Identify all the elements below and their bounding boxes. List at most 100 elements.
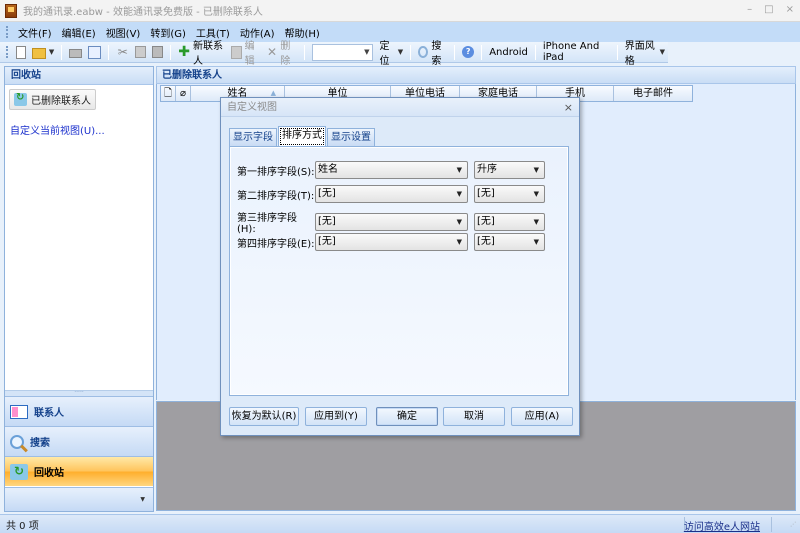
- sort-field-1-select[interactable]: 姓名 ▼: [315, 161, 468, 179]
- copy-button[interactable]: [132, 43, 149, 61]
- sort-order-panel: 第一排序字段(S): 姓名 ▼ 升序 ▼ 第二排序字段(T): [无] ▼ [无] ▼ …: [229, 146, 569, 396]
- iphone-ipad-button[interactable]: iPhone And iPad: [540, 41, 613, 63]
- android-button[interactable]: Android: [486, 43, 531, 61]
- chevron-down-icon: ▼: [659, 48, 665, 56]
- chevron-down-icon: ▼: [456, 166, 462, 174]
- chevron-down-icon: ▼: [140, 496, 145, 503]
- help-button[interactable]: ?: [459, 43, 477, 61]
- chevron-down-icon: ▼: [456, 190, 462, 198]
- sort-order-4-select[interactable]: [无] ▼: [474, 233, 545, 251]
- website-link[interactable]: 访问高效e人网站: [684, 518, 760, 533]
- window-controls: – □ ×: [747, 4, 794, 15]
- nav-more-button[interactable]: ▼: [5, 487, 153, 511]
- nav-contacts[interactable]: 联系人: [5, 396, 153, 426]
- minimize-button[interactable]: –: [747, 4, 752, 15]
- toolbar-separator: [61, 44, 63, 60]
- chevron-down-icon: ▼: [48, 48, 55, 56]
- chevron-down-icon[interactable]: ▼: [364, 48, 369, 56]
- chevron-down-icon: ▼: [533, 190, 539, 198]
- sort-row-3: 第三排序字段(H): [无] ▼ [无] ▼: [237, 209, 545, 235]
- search-label: 搜索: [431, 41, 442, 67]
- toolbar-separator: [170, 44, 172, 60]
- scissors-icon: ✂: [117, 44, 128, 59]
- menu-view[interactable]: 视图(V): [101, 25, 146, 40]
- sort-field-3-select[interactable]: [无] ▼: [315, 213, 468, 231]
- customize-view-dialog: 自定义视图 × 显示字段 排序方式 显示设置 第一排序字段(S): 姓名 ▼ 升序…: [220, 97, 580, 436]
- locate-label: 定位: [379, 41, 390, 67]
- menu-file[interactable]: 文件(F): [13, 25, 57, 40]
- chevron-down-icon: ▼: [397, 48, 404, 56]
- status-separator: [771, 517, 772, 532]
- delete-label: 删除: [280, 41, 291, 67]
- edit-button[interactable]: 编辑: [228, 41, 264, 67]
- customize-view-link[interactable]: 自定义当前视图(U)...: [10, 122, 153, 137]
- paste-icon: [152, 46, 164, 58]
- toolbar-separator: [410, 44, 412, 60]
- theme-label: 界面风格: [624, 41, 655, 67]
- maximize-button[interactable]: □: [764, 4, 773, 15]
- plus-icon: ✚: [178, 43, 190, 60]
- nav-search[interactable]: 搜索: [5, 426, 153, 456]
- toolbar-grip[interactable]: [6, 46, 9, 58]
- toolbar-separator: [454, 44, 456, 60]
- locate-button[interactable]: 定位 ▼: [376, 41, 406, 67]
- copy-icon: [135, 46, 147, 58]
- restore-default-button[interactable]: 恢复为默认(R): [229, 407, 299, 426]
- new-contact-button[interactable]: ✚ 新联系人: [175, 41, 228, 67]
- theme-button[interactable]: 界面风格 ▼: [622, 41, 668, 67]
- print-button[interactable]: [66, 43, 85, 61]
- dialog-tabs: 显示字段 排序方式 显示设置: [229, 126, 376, 147]
- close-icon[interactable]: ×: [564, 98, 573, 117]
- open-folder-icon: [31, 47, 46, 59]
- sort-order-2-select[interactable]: [无] ▼: [474, 185, 545, 203]
- paste-button[interactable]: [149, 43, 166, 61]
- sort-field-4-label: 第四排序字段(E):: [237, 238, 315, 250]
- tab-display-settings[interactable]: 显示设置: [327, 128, 375, 146]
- sort-order-3-select[interactable]: [无] ▼: [474, 213, 545, 231]
- chevron-down-icon: ▼: [533, 218, 539, 226]
- contacts-icon: [10, 404, 28, 419]
- search-button[interactable]: 搜索: [415, 41, 450, 67]
- resize-grip[interactable]: ⋰: [790, 521, 796, 528]
- column-header-type[interactable]: 🗋: [161, 86, 176, 101]
- new-file-button[interactable]: [13, 43, 29, 61]
- apply-to-button[interactable]: 应用到(Y): [305, 407, 367, 426]
- sort-row-4: 第四排序字段(E): [无] ▼ [无] ▼: [237, 233, 545, 251]
- chevron-down-icon: ▼: [456, 218, 462, 226]
- recycle-bin-icon: [10, 463, 28, 480]
- close-button[interactable]: ×: [786, 4, 794, 15]
- cut-button[interactable]: ✂: [113, 43, 132, 61]
- folder-deleted-contacts[interactable]: 已删除联系人: [9, 89, 96, 110]
- folder-label: 已删除联系人: [31, 96, 91, 107]
- sort-field-2-select[interactable]: [无] ▼: [315, 185, 468, 203]
- print-preview-button[interactable]: [85, 43, 104, 61]
- main-header: 已删除联系人: [156, 66, 796, 84]
- item-count: 共 0 项: [6, 520, 39, 532]
- ok-button[interactable]: 确定: [376, 407, 438, 426]
- toolbar-separator: [534, 44, 536, 60]
- nav-recycle-bin[interactable]: 回收站: [5, 456, 153, 486]
- search-icon: [10, 434, 24, 449]
- sort-field-4-select[interactable]: [无] ▼: [315, 233, 468, 251]
- menu-grip[interactable]: [6, 26, 9, 38]
- open-button[interactable]: ▼: [29, 43, 57, 61]
- cancel-button[interactable]: 取消: [443, 407, 505, 426]
- menu-goto[interactable]: 转到(G): [145, 25, 191, 40]
- delete-icon: ✕: [266, 44, 278, 59]
- tab-display-fields[interactable]: 显示字段: [229, 128, 277, 146]
- dialog-title-bar[interactable]: 自定义视图 ×: [221, 98, 579, 117]
- menu-edit[interactable]: 编辑(E): [57, 25, 101, 40]
- new-contact-label: 新联系人: [192, 41, 223, 67]
- column-header-attachment[interactable]: ⌀: [176, 86, 191, 101]
- column-header-email[interactable]: 电子邮件: [614, 86, 692, 101]
- locate-combo[interactable]: ▼: [311, 43, 374, 61]
- toolbar-separator: [481, 44, 483, 60]
- sort-field-1-label: 第一排序字段(S):: [237, 166, 315, 178]
- search-icon: [418, 46, 429, 58]
- delete-button[interactable]: ✕ 删除: [264, 41, 300, 67]
- apply-button[interactable]: 应用(A): [511, 407, 573, 426]
- document-icon: 🗋: [163, 88, 173, 99]
- toolbar-separator: [108, 44, 110, 60]
- sort-order-1-select[interactable]: 升序 ▼: [474, 161, 545, 179]
- tab-sort-order[interactable]: 排序方式: [278, 126, 326, 147]
